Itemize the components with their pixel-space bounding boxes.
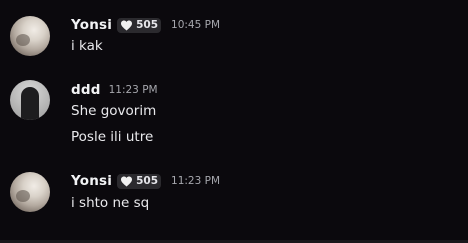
message-header: Yonsi 505 11:23 PM bbox=[71, 172, 220, 190]
message-timestamp: 11:23 PM bbox=[171, 175, 221, 187]
heart-icon bbox=[121, 176, 133, 186]
chat-message-list: Yonsi 505 10:45 PM i kak ddd 11:23 PM Sh… bbox=[0, 0, 468, 243]
heart-icon bbox=[121, 20, 133, 30]
username[interactable]: ddd bbox=[71, 82, 101, 98]
avatar-figure bbox=[21, 87, 39, 120]
message-text: i kak bbox=[71, 38, 103, 54]
message-header: Yonsi 505 10:45 PM bbox=[71, 16, 220, 34]
message-text: i shto ne sq bbox=[71, 195, 150, 211]
username[interactable]: Yonsi bbox=[71, 17, 112, 33]
avatar[interactable] bbox=[10, 80, 50, 120]
avatar[interactable] bbox=[10, 172, 50, 212]
message-timestamp: 11:23 PM bbox=[108, 84, 158, 96]
user-badge[interactable]: 505 bbox=[117, 173, 162, 189]
user-badge[interactable]: 505 bbox=[117, 17, 162, 33]
badge-count: 505 bbox=[136, 19, 159, 31]
message-text: Posle ili utre bbox=[71, 129, 154, 145]
username[interactable]: Yonsi bbox=[71, 173, 112, 189]
message-header: ddd 11:23 PM bbox=[71, 81, 158, 99]
message-text: She govorim bbox=[71, 103, 157, 119]
message-timestamp: 10:45 PM bbox=[171, 19, 221, 31]
avatar[interactable] bbox=[10, 16, 50, 56]
badge-count: 505 bbox=[136, 175, 159, 187]
